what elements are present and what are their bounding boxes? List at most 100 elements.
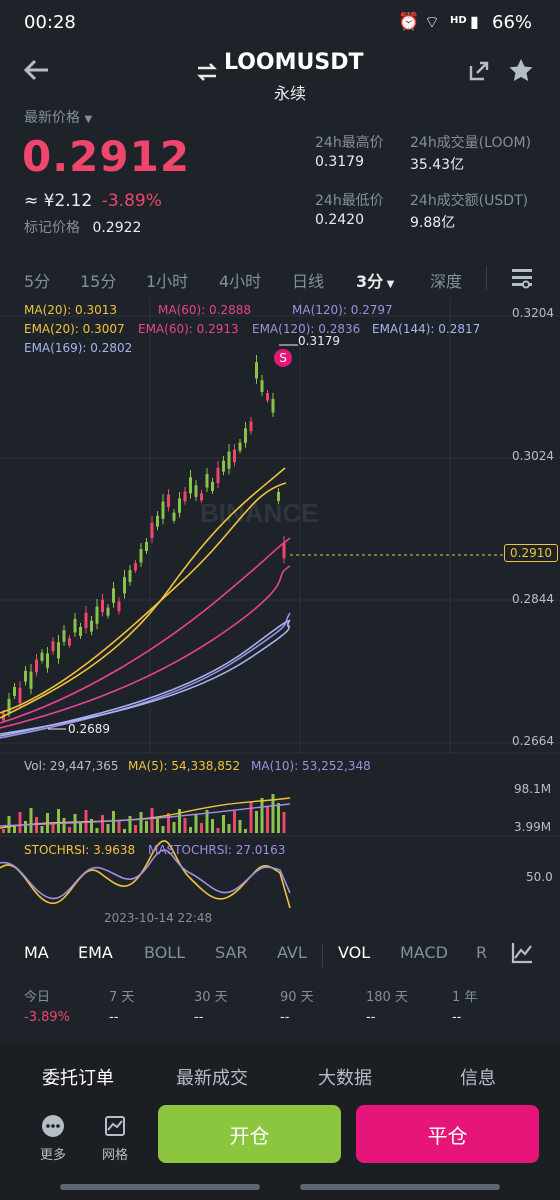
indicator-divider — [322, 943, 323, 967]
close-position-button[interactable]: 平仓 — [356, 1105, 539, 1163]
candle-body — [46, 653, 49, 668]
price-axis-label: 0.2664 — [512, 734, 554, 748]
tab-recent-trades[interactable]: 最新成交 — [176, 1064, 248, 1090]
legend-ma60: MA(60): 0.2888 — [158, 303, 252, 317]
tab-3m[interactable]: 3分 ▼ — [356, 268, 394, 292]
volume-bar — [249, 802, 253, 833]
open-position-button[interactable]: 开仓 — [158, 1105, 341, 1163]
price-cny: ≈ ¥2.12 — [24, 191, 93, 211]
share-icon[interactable] — [468, 60, 490, 82]
candle-body — [150, 522, 154, 539]
caret-down-icon: ▼ — [84, 114, 93, 125]
high-marker-label: 0.3179 — [298, 334, 340, 348]
more-button[interactable]: 更多 — [36, 1114, 70, 1163]
candle-body — [156, 515, 159, 527]
indicator-avl[interactable]: AVL — [277, 943, 307, 962]
home-indicator-left — [60, 1184, 260, 1190]
indicator-settings-icon[interactable] — [510, 941, 534, 965]
bottom-tabs: 委托订单 最新成交 大数据 信息 — [0, 1064, 560, 1090]
ma-line — [0, 467, 286, 719]
candle-body — [211, 482, 214, 491]
tab-big-data[interactable]: 大数据 — [318, 1064, 372, 1090]
tab-5m[interactable]: 5分 — [24, 268, 50, 292]
chart-settings-icon[interactable] — [510, 266, 534, 290]
tab-info[interactable]: 信息 — [460, 1064, 496, 1090]
volume-bar — [95, 828, 99, 833]
candle-body — [238, 442, 242, 451]
indicator-ema[interactable]: EMA — [78, 943, 113, 962]
candle-body — [222, 460, 225, 472]
price-axis-label: 0.2844 — [512, 592, 554, 606]
chart-markers — [48, 344, 298, 730]
kline-chart[interactable]: BINANCE — [0, 298, 560, 928]
last-price-label-text: 最新价格 — [24, 110, 80, 126]
perf-label: 1 年 — [452, 990, 478, 1005]
volume-bar — [227, 824, 231, 833]
volume-bar — [2, 829, 5, 833]
grid-icon — [105, 1116, 125, 1136]
tab-depth[interactable]: 深度 — [430, 268, 462, 292]
indicator-ma[interactable]: MA — [24, 943, 49, 962]
home-indicator-right — [300, 1184, 500, 1190]
perf-label: 180 天 — [366, 990, 408, 1005]
candle-body — [139, 549, 143, 563]
perf-value: -- — [280, 1010, 290, 1025]
last-price-label[interactable]: 最新价格 ▼ — [24, 107, 92, 127]
alarm-icon: ⏰ — [398, 12, 420, 32]
price-cny-row: ≈ ¥2.12 -3.89% — [24, 191, 162, 211]
star-icon[interactable] — [508, 58, 534, 82]
volume-bar — [40, 826, 44, 833]
candle-body — [260, 380, 264, 392]
candle-body — [200, 493, 203, 501]
indicator-sar[interactable]: SAR — [215, 943, 248, 962]
chart-grid — [0, 298, 560, 837]
low-label: 24h最低价 — [315, 193, 384, 209]
mastochrsi-label: MASTOCHRSI: 27.0163 — [148, 843, 286, 857]
indicator-vol[interactable]: VOL — [338, 943, 370, 962]
ma-line — [0, 620, 291, 737]
volume-bar — [24, 821, 27, 833]
candle-body — [18, 687, 22, 704]
watermark-text: BINANCE — [200, 498, 318, 528]
candle-body — [40, 652, 44, 661]
current-price-tag: 0.2910 — [504, 544, 558, 562]
tab-1h[interactable]: 1小时 — [146, 268, 188, 292]
tab-divider — [486, 266, 487, 290]
indicator-boll[interactable]: BOLL — [144, 943, 185, 962]
indicator-macd[interactable]: MACD — [400, 943, 448, 962]
tab-1d[interactable]: 日线 — [292, 268, 324, 292]
legend-ema169: EMA(169): 0.2802 — [24, 341, 133, 355]
swap-icon[interactable] — [196, 62, 218, 82]
candle-body — [178, 498, 181, 513]
candle-body — [134, 563, 137, 571]
tab-3m-label: 3分 — [356, 272, 384, 291]
legend-ma120: MA(120): 0.2797 — [292, 303, 393, 317]
candle-body — [189, 477, 192, 494]
candle-body — [194, 485, 198, 497]
candle-body — [112, 588, 115, 603]
volume-bar — [18, 812, 22, 833]
perf-value: -- — [366, 1010, 376, 1025]
vol-label: 24h成交量(LOOM) — [410, 135, 532, 151]
candle-body — [29, 671, 33, 689]
tab-15m[interactable]: 15分 — [80, 268, 116, 292]
signal-icon: ▮ — [470, 12, 479, 31]
indicator-more[interactable]: R — [476, 943, 487, 962]
legend-ema60: EMA(60): 0.2913 — [138, 322, 239, 336]
back-arrow-icon[interactable] — [22, 58, 50, 82]
volume-bar — [106, 824, 110, 833]
price-axis-label: 0.3204 — [512, 306, 554, 320]
candle-body — [90, 620, 93, 632]
sell-marker[interactable]: S — [274, 349, 292, 367]
grid-button[interactable]: 网格 — [98, 1114, 132, 1163]
tab-4h[interactable]: 4小时 — [219, 268, 261, 292]
high-value: 0.3179 — [315, 154, 364, 170]
candle-body — [161, 501, 165, 519]
tab-open-orders[interactable]: 委托订单 — [42, 1064, 114, 1090]
candle-body — [227, 451, 231, 469]
perf-label: 今日 — [24, 990, 51, 1005]
more-label: 更多 — [39, 1148, 66, 1163]
volume-bar — [123, 829, 126, 833]
mark-price-value: 0.2922 — [92, 220, 142, 236]
pair-title[interactable]: LOOMUSDT — [224, 50, 364, 75]
